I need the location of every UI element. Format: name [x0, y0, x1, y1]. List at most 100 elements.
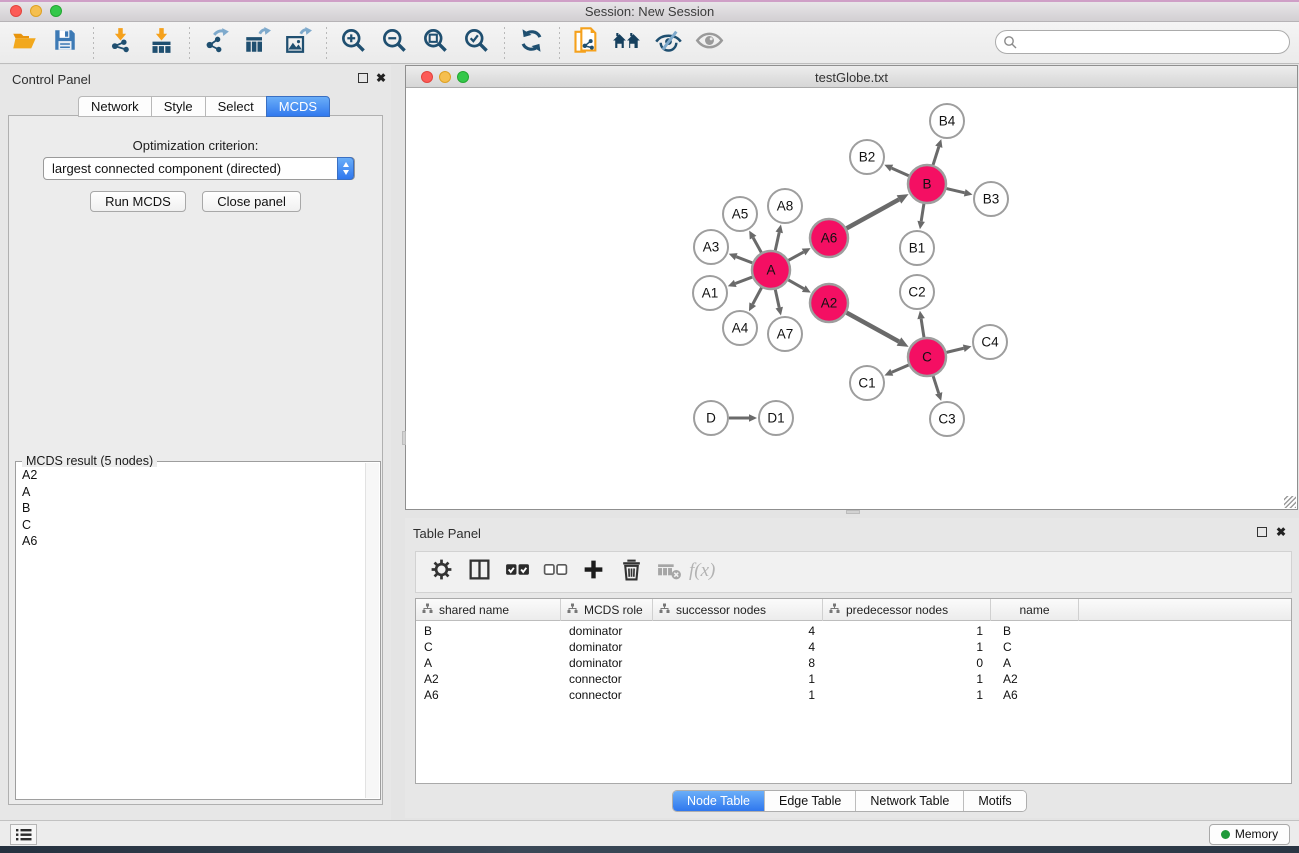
export-table-button[interactable] [240, 26, 274, 60]
edge-C-C2[interactable] [917, 311, 925, 337]
edge-C-C3[interactable] [933, 376, 942, 401]
column-header-successor-nodes[interactable]: successor nodes [653, 599, 823, 621]
gear-button[interactable] [426, 557, 456, 587]
cell-successor-nodes[interactable]: 4 [653, 623, 823, 639]
graph-node-A6[interactable]: A6 [810, 219, 848, 257]
network-canvas[interactable]: AA6A2BCA5A8A3A1A4A7B4B2B3B1C2C4C1C3DD1 [406, 88, 1297, 509]
save-session-button[interactable] [48, 26, 82, 60]
export-image-button[interactable] [281, 26, 315, 60]
edge-A-A8[interactable] [775, 225, 783, 251]
graph-node-A[interactable]: A [752, 251, 790, 289]
window-resize-grip[interactable] [1284, 496, 1296, 508]
edge-A-A2[interactable] [788, 280, 810, 293]
mcds-result-item[interactable]: A [17, 484, 367, 501]
graph-node-A7[interactable]: A7 [768, 317, 802, 351]
add-column-button[interactable] [578, 557, 608, 587]
tab-motifs[interactable]: Motifs [964, 791, 1025, 811]
delete-column-button[interactable] [616, 557, 646, 587]
zoom-selected-button[interactable] [459, 26, 493, 60]
cell-name[interactable]: C [991, 639, 1079, 655]
cell-shared-name[interactable]: A2 [416, 671, 561, 687]
graph-node-B[interactable]: B [908, 165, 946, 203]
graph-node-A3[interactable]: A3 [694, 230, 728, 264]
graph-node-A1[interactable]: A1 [693, 276, 727, 310]
cell-MCDS-role[interactable]: connector [561, 671, 653, 687]
graph-node-A5[interactable]: A5 [723, 197, 757, 231]
cell-name[interactable]: A [991, 655, 1079, 671]
deselect-all-button[interactable] [540, 557, 570, 587]
cell-name[interactable]: B [991, 623, 1079, 639]
graph-node-C3[interactable]: C3 [930, 402, 964, 436]
column-layout-button[interactable] [464, 557, 494, 587]
select-all-checked-button[interactable] [502, 557, 532, 587]
memory-button[interactable]: Memory [1209, 824, 1290, 845]
cell-MCDS-role[interactable]: dominator [561, 639, 653, 655]
vertical-splitter-handle[interactable] [402, 431, 406, 445]
refresh-network-button[interactable] [514, 26, 548, 60]
show-eye-button[interactable] [692, 26, 726, 60]
cell-successor-nodes[interactable]: 4 [653, 639, 823, 655]
tab-network[interactable]: Network [78, 96, 151, 117]
edge-C-C1[interactable] [884, 365, 908, 376]
horizontal-splitter-handle[interactable] [846, 510, 860, 514]
cell-predecessor-nodes[interactable]: 1 [823, 623, 991, 639]
cell-shared-name[interactable]: B [416, 623, 561, 639]
edge-A-A7[interactable] [775, 290, 783, 316]
cell-MCDS-role[interactable]: dominator [561, 623, 653, 639]
cell-name[interactable]: A2 [991, 671, 1079, 687]
tab-select[interactable]: Select [205, 96, 266, 117]
cell-MCDS-role[interactable]: connector [561, 687, 653, 703]
open-file-button[interactable] [7, 26, 41, 60]
mcds-result-item[interactable]: B [17, 500, 367, 517]
select-stepper-icon[interactable] [337, 157, 354, 180]
edge-A6-B[interactable] [847, 194, 909, 228]
cell-name[interactable]: A6 [991, 687, 1079, 703]
table-row[interactable]: Adominator80A [416, 655, 1291, 671]
hide-eye-button[interactable] [651, 26, 685, 60]
graph-node-C1[interactable]: C1 [850, 366, 884, 400]
tab-network-table[interactable]: Network Table [856, 791, 964, 811]
column-header-predecessor-nodes[interactable]: predecessor nodes [823, 599, 991, 621]
new-network-document-button[interactable] [569, 26, 603, 60]
edge-B-B3[interactable] [946, 189, 972, 197]
close-table-panel-icon[interactable]: ✖ [1276, 527, 1286, 537]
float-table-panel-icon[interactable] [1257, 527, 1267, 537]
edge-C-C4[interactable] [946, 345, 971, 353]
export-network-button[interactable] [199, 26, 233, 60]
mcds-result-item[interactable]: A2 [17, 467, 367, 484]
cell-successor-nodes[interactable]: 1 [653, 671, 823, 687]
cell-predecessor-nodes[interactable]: 1 [823, 687, 991, 703]
close-panel-button[interactable]: Close panel [202, 191, 301, 212]
task-history-button[interactable] [10, 824, 37, 845]
cell-shared-name[interactable]: A6 [416, 687, 561, 703]
table-row[interactable]: A2connector11A2 [416, 671, 1291, 687]
edge-A-A5[interactable] [749, 231, 761, 253]
home-pair-button[interactable] [610, 26, 644, 60]
edge-A-A6[interactable] [789, 248, 811, 260]
zoom-out-button[interactable] [377, 26, 411, 60]
edge-A-A4[interactable] [749, 288, 762, 312]
graph-node-B4[interactable]: B4 [930, 104, 964, 138]
result-scrollbar[interactable] [365, 463, 379, 798]
graph-node-A2[interactable]: A2 [810, 284, 848, 322]
network-window-titlebar[interactable]: testGlobe.txt [406, 66, 1297, 88]
graph-node-B3[interactable]: B3 [974, 182, 1008, 216]
edge-B-B4[interactable] [933, 139, 942, 165]
graph-node-A4[interactable]: A4 [723, 311, 757, 345]
import-table-button[interactable] [144, 26, 178, 60]
run-mcds-button[interactable]: Run MCDS [90, 191, 186, 212]
edge-B-B1[interactable] [917, 204, 925, 229]
graph-node-D1[interactable]: D1 [759, 401, 793, 435]
cell-successor-nodes[interactable]: 1 [653, 687, 823, 703]
mcds-result-item[interactable]: A6 [17, 533, 367, 550]
edge-A-A1[interactable] [728, 277, 753, 287]
tab-edge-table[interactable]: Edge Table [765, 791, 856, 811]
edge-B-B2[interactable] [884, 165, 908, 176]
cell-successor-nodes[interactable]: 8 [653, 655, 823, 671]
tab-mcds[interactable]: MCDS [266, 96, 330, 117]
graph-node-D[interactable]: D [694, 401, 728, 435]
edge-A-A3[interactable] [729, 253, 753, 263]
criterion-select[interactable]: largest connected component (directed) [43, 157, 355, 180]
cell-shared-name[interactable]: A [416, 655, 561, 671]
graph-node-C[interactable]: C [908, 338, 946, 376]
